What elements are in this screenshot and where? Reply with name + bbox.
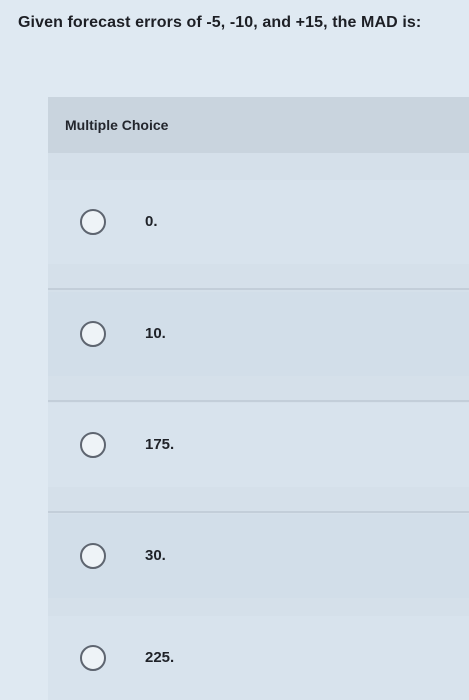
- radio-circle-icon[interactable]: [80, 321, 106, 347]
- choice-option-2[interactable]: 10.: [48, 292, 469, 376]
- multiple-choice-panel: Multiple Choice 0. 10. 175. 30. 225.: [48, 97, 469, 700]
- choice-label: 225.: [145, 649, 175, 666]
- option-divider: [48, 400, 469, 402]
- choice-label: 30.: [145, 547, 166, 564]
- radio-circle-icon[interactable]: [80, 543, 106, 569]
- multiple-choice-header: Multiple Choice: [48, 97, 469, 153]
- choice-option-5[interactable]: 225.: [48, 616, 469, 700]
- radio-circle-icon[interactable]: [80, 432, 106, 458]
- choice-option-4[interactable]: 30.: [48, 514, 469, 598]
- question-text: Given forecast errors of -5, -10, and +1…: [18, 14, 422, 31]
- choice-label: 0.: [145, 213, 158, 230]
- multiple-choice-label: Multiple Choice: [65, 117, 169, 133]
- choice-option-1[interactable]: 0.: [48, 180, 469, 264]
- radio-circle-icon[interactable]: [80, 645, 106, 671]
- option-divider: [48, 288, 469, 290]
- choice-option-3[interactable]: 175.: [48, 403, 469, 487]
- choice-label: 10.: [145, 325, 166, 342]
- radio-circle-icon[interactable]: [80, 209, 106, 235]
- option-divider: [48, 511, 469, 513]
- choice-label: 175.: [145, 436, 175, 453]
